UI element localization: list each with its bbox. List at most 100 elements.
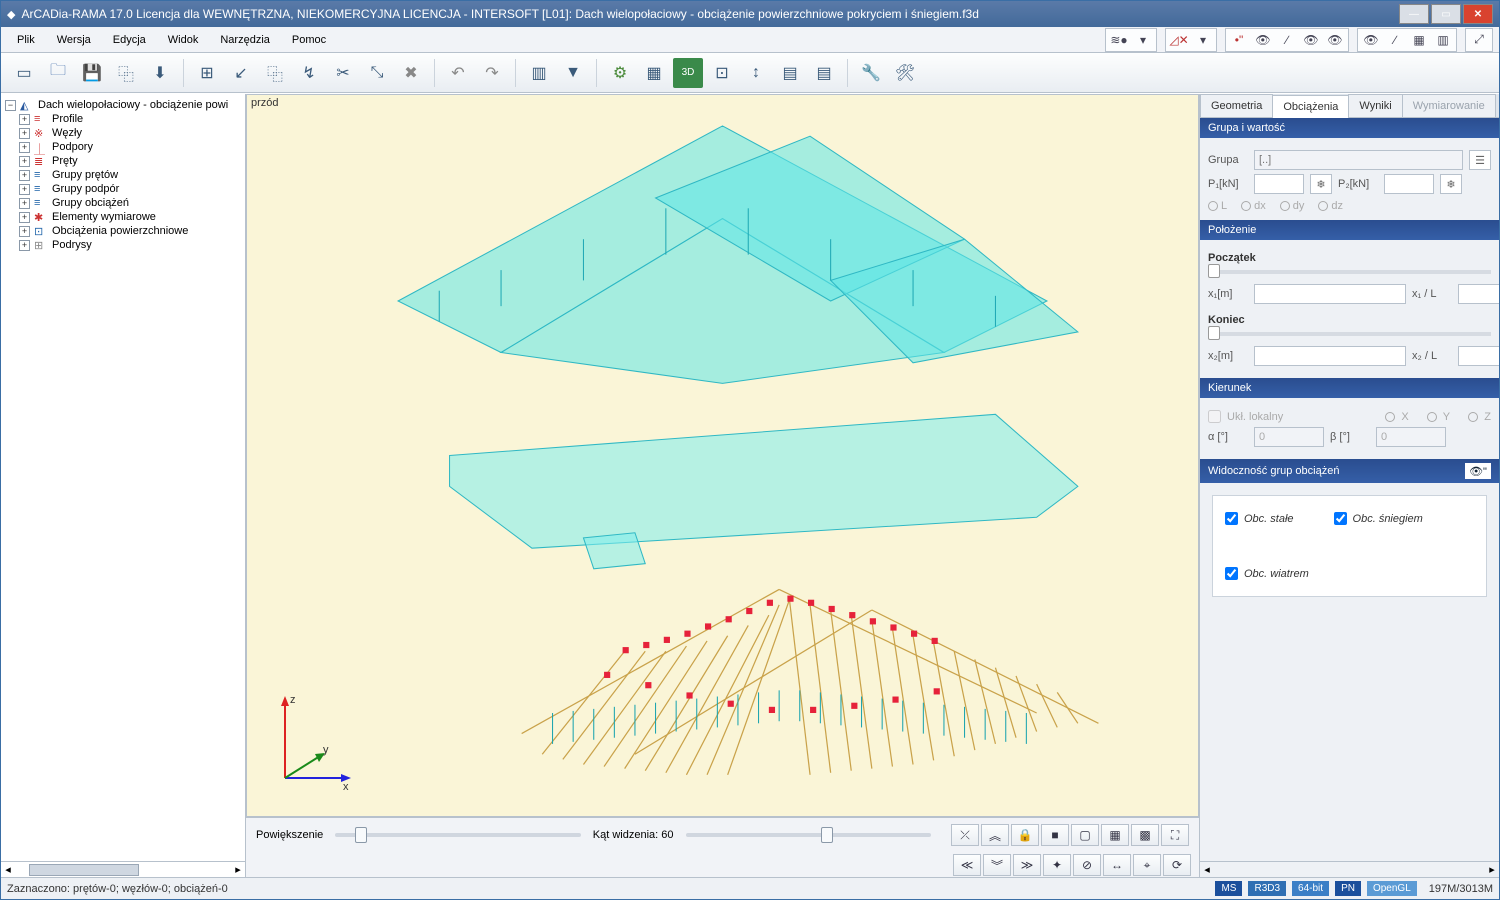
expand-icon[interactable]: + [19,184,30,195]
visibility-toggle-icon[interactable]: 👁" [1465,463,1491,479]
menu-narzedzia[interactable]: Narzędzia [210,30,280,50]
view-reset-icon[interactable]: ⤫ [951,824,979,846]
view-opt-icon[interactable]: ≋● [1108,31,1130,49]
minimize-button[interactable]: — [1399,4,1429,24]
chk-sniegiem[interactable]: Obc. śniegiem [1334,512,1423,525]
grupa-pick-button[interactable]: ☰ [1469,150,1491,170]
tree-item[interactable]: Podrysy [52,239,92,251]
project-tree[interactable]: − ◭ Dach wielopołaciowy - obciążenie pow… [1,94,245,861]
tree-scrollbar[interactable]: ◂ ▸ [1,861,245,877]
nav-down-icon[interactable]: ︾ [983,854,1011,876]
menu-plik[interactable]: Plik [7,30,45,50]
3d-icon[interactable]: 3D [673,58,703,88]
eye-icon[interactable]: 👁 [1252,31,1274,49]
export-icon[interactable]: ⬇ [145,58,175,88]
open-icon[interactable]: 🗀 [43,58,73,88]
eye-icon[interactable]: 👁 [1300,31,1322,49]
gear-icon[interactable]: ⚙ [605,58,635,88]
view-grid-icon[interactable]: ▦ [1101,824,1129,846]
sort-icon[interactable]: ↕ [741,58,771,88]
tree-item[interactable]: Grupy prętów [52,169,118,181]
tree-item[interactable]: Obciążenia powierzchniowe [52,225,188,237]
tab-obciazenia[interactable]: Obciążenia [1272,95,1349,118]
maximize-button[interactable]: ▭ [1431,4,1461,24]
expand-icon[interactable]: + [19,198,30,209]
tree-item[interactable]: Węzły [52,127,82,139]
tools-icon[interactable]: 🛠 [890,58,920,88]
filter-icon[interactable]: ▼ [558,58,588,88]
cut-icon[interactable]: ✂ [328,58,358,88]
nav-left-icon[interactable]: ≪ [953,854,981,876]
matrix-icon[interactable]: ⊡ [707,58,737,88]
view-solid-icon[interactable]: ■ [1041,824,1069,846]
tab-geometria[interactable]: Geometria [1200,94,1273,117]
eye-icon[interactable]: 👁 [1360,31,1382,49]
view-wire-icon[interactable]: ▢ [1071,824,1099,846]
angle-icon[interactable]: ◿✕ [1168,31,1190,49]
tree-item[interactable]: Elementy wymiarowe [52,211,156,223]
right-panel-scrollbar[interactable]: ◂▸ [1200,861,1499,877]
view-grid2-icon[interactable]: ▩ [1131,824,1159,846]
deselect-icon[interactable]: ⊘ [1073,854,1101,876]
collapse-icon[interactable]: − [5,100,16,111]
x1L-input[interactable] [1458,284,1499,304]
expand-icon[interactable]: + [19,212,30,223]
report-icon[interactable]: ▤ [809,58,839,88]
tree-item[interactable]: Podpory [52,141,93,153]
table-icon[interactable]: ▦ [639,58,669,88]
chk-wiatrem[interactable]: Obc. wiatrem [1225,567,1474,580]
menu-pomoc[interactable]: Pomoc [282,30,336,50]
axis-icon[interactable]: ⤡ [362,58,392,88]
tree-item[interactable]: Pręty [52,155,78,167]
expand-icon[interactable]: + [19,128,30,139]
delete-icon[interactable]: ✖ [396,58,426,88]
eye-icon[interactable]: 👁 [1324,31,1346,49]
3d-viewport[interactable]: przód [246,94,1199,817]
p2-link-icon[interactable]: ❄ [1440,174,1462,194]
dropdown-icon[interactable]: ▾ [1192,31,1214,49]
expand-icon[interactable]: + [19,240,30,251]
new-icon[interactable]: ▭ [9,58,39,88]
barcode-icon[interactable]: ▥ [524,58,554,88]
refresh-icon[interactable]: ⟳ [1163,854,1191,876]
node-icon[interactable]: •" [1228,31,1250,49]
p1-input[interactable] [1254,174,1304,194]
eye-slash-icon[interactable]: ∕ [1384,31,1406,49]
redo-icon[interactable]: ↷ [477,58,507,88]
snap-icon[interactable]: ⌖ [1133,854,1161,876]
select-all-icon[interactable]: ✦ [1043,854,1071,876]
close-button[interactable]: ✕ [1463,4,1493,24]
chk-stale[interactable]: Obc. stałe [1225,512,1294,525]
tree-item[interactable]: Grupy obciążeń [52,197,129,209]
measure-icon[interactable]: ↔ [1103,854,1131,876]
expand-icon[interactable]: + [19,226,30,237]
zoom-slider[interactable] [335,833,581,837]
dropdown-icon[interactable]: ▾ [1132,31,1154,49]
start-slider[interactable] [1208,270,1491,274]
grid-icon[interactable]: ▦ [1408,31,1430,49]
x2L-input[interactable] [1458,346,1499,366]
x2-input[interactable] [1254,346,1406,366]
tree-item[interactable]: Grupy podpór [52,183,119,195]
tree-item[interactable]: Profile [52,113,83,125]
tab-wyniki[interactable]: Wyniki [1348,94,1402,117]
wrench-icon[interactable]: 🔧 [856,58,886,88]
p1-link-icon[interactable]: ❄ [1310,174,1332,194]
x1-input[interactable] [1254,284,1406,304]
expand-icon[interactable]: + [19,142,30,153]
save-multi-icon[interactable]: ⿻ [111,58,141,88]
expand-icon[interactable]: + [19,114,30,125]
lock-icon[interactable]: 🔒 [1011,824,1039,846]
menu-widok[interactable]: Widok [158,30,209,50]
eye-slash-icon[interactable]: ∕ [1276,31,1298,49]
load-arrows-icon[interactable]: ↯ [294,58,324,88]
tree-root-label[interactable]: Dach wielopołaciowy - obciążenie powi [38,99,228,111]
undo-icon[interactable]: ↶ [443,58,473,88]
grid-tool-icon[interactable]: ⊞ [192,58,222,88]
angle-slider[interactable] [686,833,932,837]
grupa-select[interactable] [1254,150,1463,170]
expand-icon[interactable]: ⤢ [1468,31,1490,49]
expand-icon[interactable]: + [19,170,30,181]
add-node-icon[interactable]: ↙ [226,58,256,88]
view-fit-icon[interactable]: ⛶ [1161,824,1189,846]
